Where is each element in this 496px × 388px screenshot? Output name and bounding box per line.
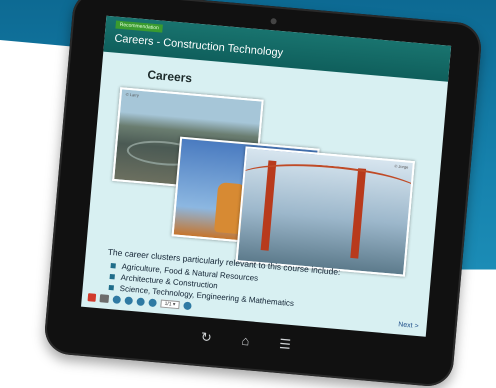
bridge-cable [235,157,415,216]
tablet-device: Recommendation Careers - Construction Te… [42,0,484,388]
next-button[interactable]: Next > [398,321,419,330]
bullet-icon [110,263,116,269]
lesson-title: Careers - Construction Technology [113,32,284,60]
list-icon[interactable]: ☰ [279,336,292,353]
lesson-tag[interactable]: Recommendation [115,20,164,33]
prev-page-icon[interactable] [124,296,134,306]
first-page-icon[interactable] [112,295,122,305]
next-page-icon[interactable] [136,297,145,307]
home-icon[interactable]: ⌂ [241,333,250,350]
tablet-screen: Recommendation Careers - Construction Te… [81,15,452,337]
bullet-icon [109,273,115,280]
photo-bridge: © Jorge [235,146,415,277]
close-icon[interactable] [87,293,97,302]
photo-caption: © Larry [125,91,140,98]
page-select[interactable]: 1/1 ▾ [160,299,180,310]
page-title: Careers [146,67,193,86]
photo-caption: © Jorge [394,163,409,170]
last-page-icon[interactable] [148,298,157,308]
print-icon[interactable] [99,294,110,303]
bullet-icon [108,284,114,291]
refresh-icon[interactable]: ↻ [200,329,212,346]
audio-icon[interactable] [183,301,192,311]
